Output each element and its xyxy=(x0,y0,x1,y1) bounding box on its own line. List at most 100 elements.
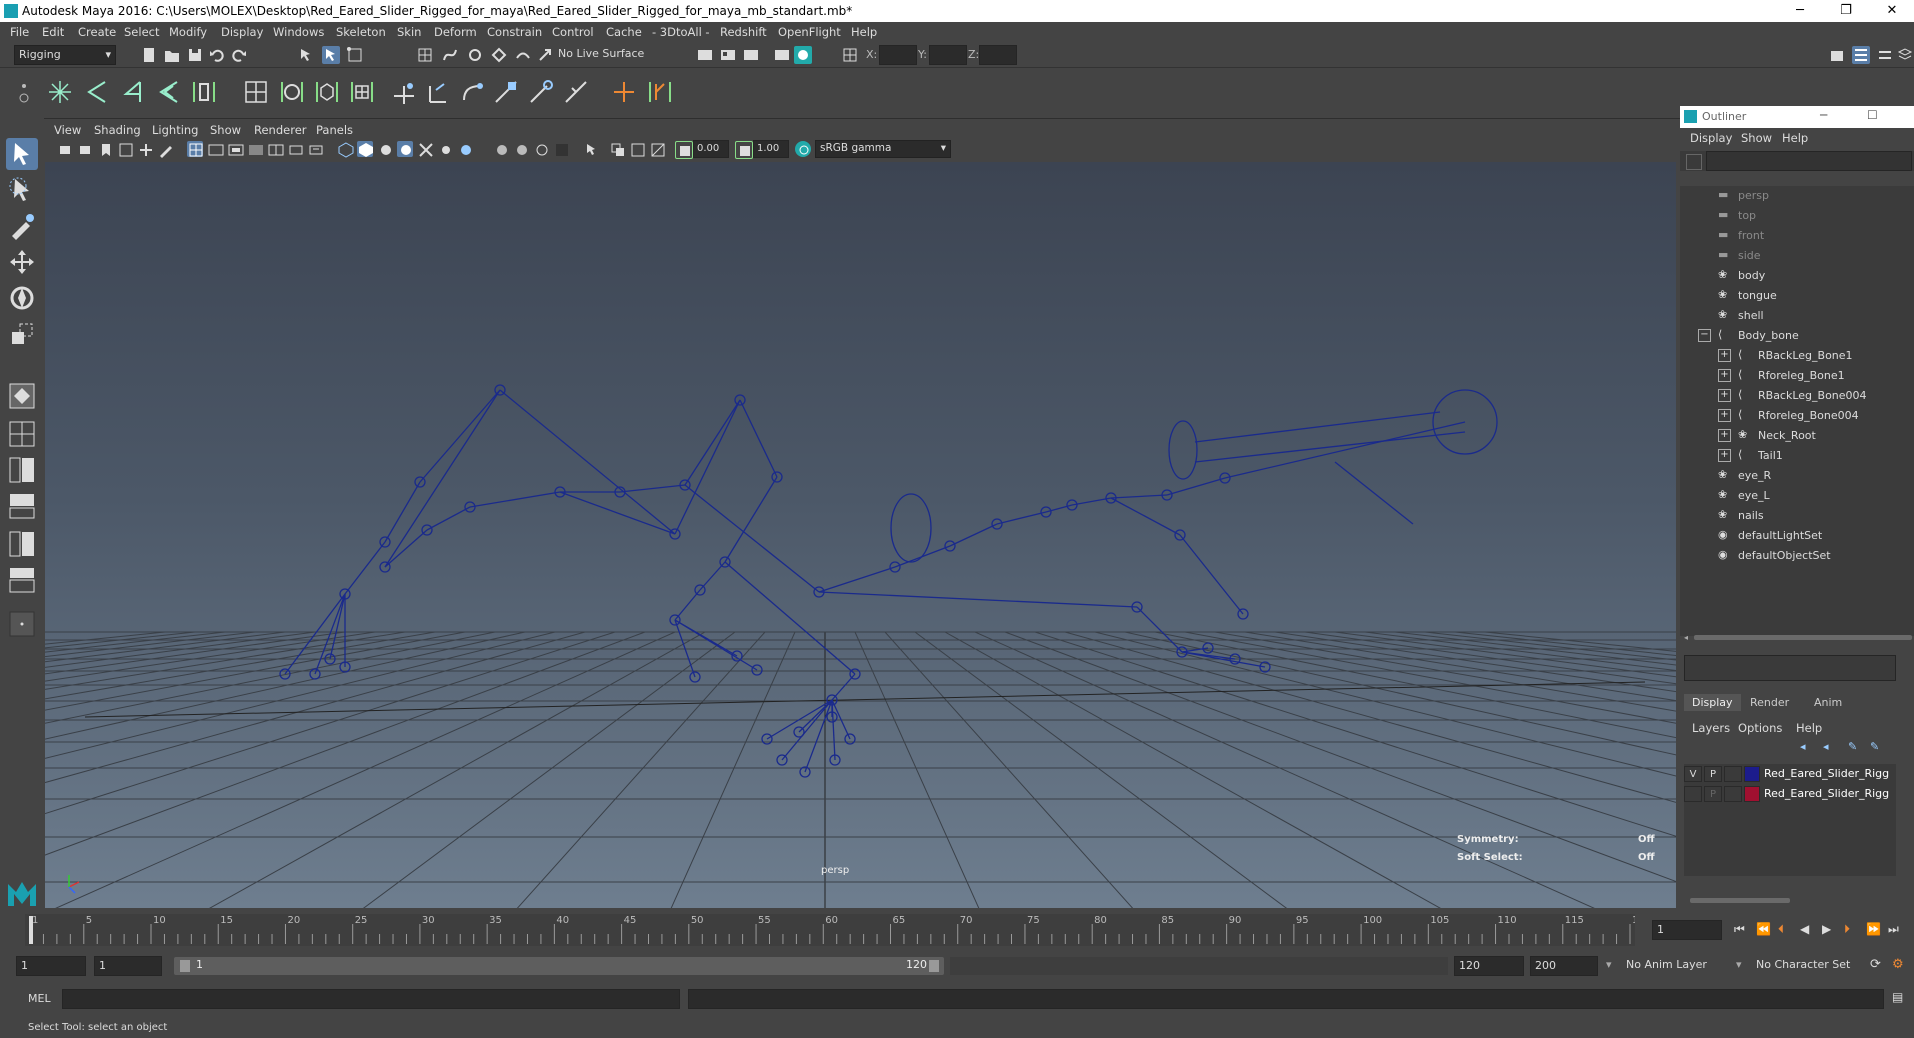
vp-menu-renderer[interactable]: Renderer xyxy=(254,123,307,137)
new-empty-layer-icon[interactable]: ✎ xyxy=(1848,740,1857,753)
wireframe-icon[interactable] xyxy=(337,141,354,158)
render-view-icon[interactable] xyxy=(696,46,714,64)
snap-view-icon[interactable] xyxy=(490,46,508,64)
animation-preferences-icon[interactable]: ⚙ xyxy=(1892,957,1904,972)
restore-button[interactable]: ❐ xyxy=(1823,0,1869,22)
gamma-icon[interactable] xyxy=(735,141,753,159)
color-management-icon[interactable] xyxy=(795,141,811,157)
range-slider[interactable]: 1 120 xyxy=(174,957,944,975)
layer-playback-toggle[interactable]: P xyxy=(1704,766,1722,782)
start-time-field[interactable]: 1 xyxy=(16,956,86,976)
hypershade-layout-icon[interactable] xyxy=(6,528,38,560)
menu-display[interactable]: Display xyxy=(221,25,263,39)
menu-edit[interactable]: Edit xyxy=(42,25,64,39)
collapse-icon[interactable]: − xyxy=(1698,329,1711,342)
vp-menu-view[interactable]: View xyxy=(54,123,81,137)
make-live-icon[interactable] xyxy=(536,46,554,64)
move-tool-icon[interactable] xyxy=(6,246,38,278)
anim-layer-dropdown[interactable]: No Anim Layer xyxy=(1622,956,1734,976)
safe-action-icon[interactable] xyxy=(287,141,303,157)
outliner-minimize-button[interactable]: ─ xyxy=(1820,108,1827,122)
undo-icon[interactable] xyxy=(208,46,226,64)
xray-active-icon[interactable] xyxy=(513,141,529,157)
vp-menu-show[interactable]: Show xyxy=(210,123,241,137)
2d-pan-zoom-icon[interactable] xyxy=(137,141,153,157)
expand-icon[interactable]: + xyxy=(1718,429,1731,442)
vp-menu-shading[interactable]: Shading xyxy=(94,123,141,137)
exposure-field[interactable]: 0.00 xyxy=(693,140,729,158)
cluster-icon[interactable] xyxy=(278,78,306,106)
script-editor-icon[interactable]: ▤ xyxy=(1892,990,1903,1004)
outliner-item[interactable]: + ❀ Neck_Root xyxy=(1680,426,1914,446)
lasso-tool-icon[interactable] xyxy=(6,174,38,206)
render-frame-icon[interactable] xyxy=(719,46,737,64)
aim-constraint-icon[interactable] xyxy=(527,78,555,106)
expand-icon[interactable]: + xyxy=(1718,409,1731,422)
range-end-handle[interactable] xyxy=(929,960,939,972)
outliner-item[interactable]: + ⟨ RBackLeg_Bone004 xyxy=(1680,386,1914,406)
outliner-menu-help[interactable]: Help xyxy=(1782,131,1808,145)
render-settings-icon[interactable] xyxy=(773,46,791,64)
menu-control[interactable]: Control xyxy=(552,25,594,39)
paint-select-icon[interactable] xyxy=(6,210,38,242)
menu-skin[interactable]: Skin xyxy=(397,25,421,39)
layer-menu-options[interactable]: Options xyxy=(1738,721,1782,735)
y-field[interactable] xyxy=(929,45,967,65)
outliner-menu-display[interactable]: Display xyxy=(1690,131,1732,145)
menu-windows[interactable]: Windows xyxy=(273,25,324,39)
playback-end-field[interactable]: 120 xyxy=(1454,956,1524,976)
go-to-start-icon[interactable]: ⏮ xyxy=(1734,922,1745,937)
textured-icon[interactable] xyxy=(417,141,433,157)
pole-vector-icon[interactable] xyxy=(562,78,590,106)
x-field[interactable] xyxy=(879,45,917,65)
field-chart-icon[interactable] xyxy=(267,141,284,157)
smooth-shade-icon[interactable] xyxy=(357,141,373,157)
menu-file[interactable]: File xyxy=(10,25,29,39)
layer-type-toggle[interactable] xyxy=(1724,766,1742,782)
expand-icon[interactable]: + xyxy=(1718,389,1731,402)
turtle-skeleton[interactable] xyxy=(279,384,1498,778)
select-hierarchy-icon[interactable] xyxy=(298,46,316,64)
move-layer-up-icon[interactable]: ◂ xyxy=(1800,740,1806,753)
viewport-canvas[interactable] xyxy=(45,162,1676,908)
layer-scroll-thumb[interactable] xyxy=(1690,898,1790,903)
tab-render[interactable]: Render xyxy=(1750,696,1789,709)
select-tool-icon[interactable] xyxy=(6,138,38,170)
play-forward-icon[interactable]: ▶ xyxy=(1822,922,1831,936)
layer-name[interactable]: Red_Eared_Slider_Rigg xyxy=(1764,767,1894,780)
snap-point-icon[interactable] xyxy=(466,46,484,64)
outliner-item[interactable]: − ⟨ Body_bone xyxy=(1680,326,1914,346)
channel-box-icon[interactable] xyxy=(1896,46,1914,64)
move-layer-down-icon[interactable]: ◂ xyxy=(1823,740,1829,753)
vp-menu-panels[interactable]: Panels xyxy=(316,123,353,137)
save-scene-icon[interactable] xyxy=(186,46,204,64)
character-set-dropdown[interactable]: No Character Set xyxy=(1752,956,1864,976)
menu-cache[interactable]: Cache xyxy=(606,25,642,39)
perspective-viewport[interactable]: persp Symmetry: Off Soft Select: Off xyxy=(45,162,1676,908)
current-time-marker[interactable] xyxy=(29,916,33,944)
film-gate-icon[interactable] xyxy=(207,141,224,157)
select-component-icon[interactable] xyxy=(346,46,364,64)
menu-redshift[interactable]: Redshift xyxy=(720,25,767,39)
outliner-item[interactable]: ❀ shell xyxy=(1680,306,1914,326)
ipr-render-icon[interactable] xyxy=(742,46,760,64)
gamma-field[interactable]: 1.00 xyxy=(753,140,789,158)
create-joint-icon[interactable] xyxy=(46,78,74,106)
outliner-item[interactable]: + ⟨ RBackLeg_Bone1 xyxy=(1680,346,1914,366)
layer-playback-toggle[interactable]: P xyxy=(1704,786,1722,802)
tab-anim[interactable]: Anim xyxy=(1814,696,1842,709)
outliner-item[interactable]: ❀ body xyxy=(1680,266,1914,286)
outliner-search-input[interactable] xyxy=(1706,151,1912,171)
outliner-persp-layout-icon[interactable] xyxy=(6,564,38,596)
outliner-item[interactable]: ◉ defaultObjectSet xyxy=(1680,546,1914,566)
tab-display[interactable]: Display xyxy=(1684,694,1741,711)
layer-menu-help[interactable]: Help xyxy=(1796,721,1822,735)
snap-grid-icon[interactable] xyxy=(416,46,434,64)
xray-joints-icon[interactable] xyxy=(533,141,549,157)
auto-key-icon[interactable]: ⟳ xyxy=(1870,957,1881,972)
scroll-thumb[interactable] xyxy=(1694,635,1912,640)
outliner-item[interactable]: ▬ persp xyxy=(1680,186,1914,206)
menu-skeleton[interactable]: Skeleton xyxy=(336,25,386,39)
ik-spline-icon[interactable] xyxy=(155,78,183,106)
menu-help[interactable]: Help xyxy=(851,25,877,39)
